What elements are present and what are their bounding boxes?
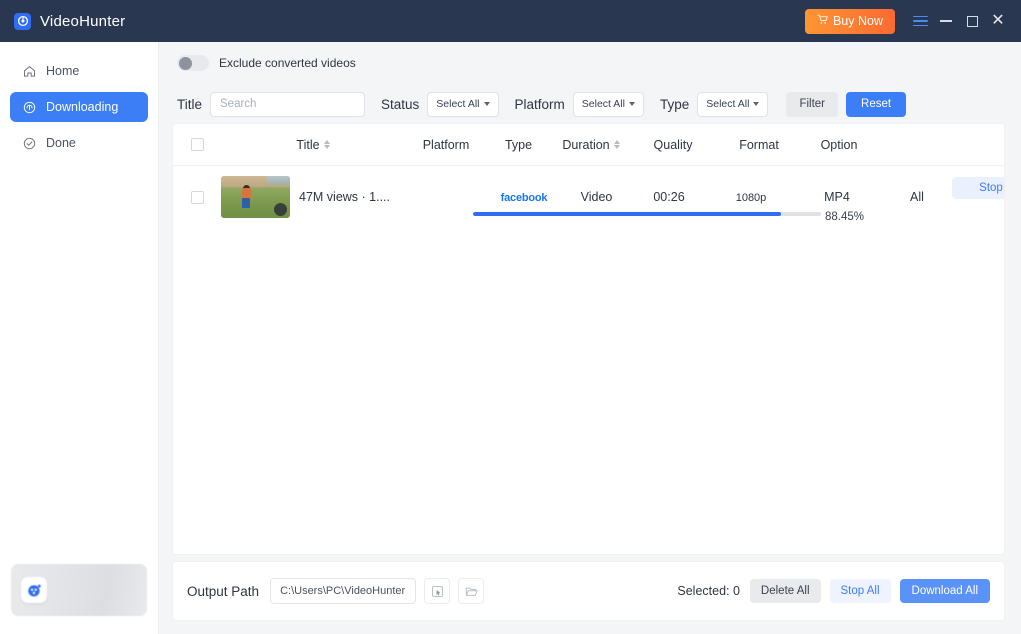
stop-all-button[interactable]: Stop All [829,579,891,603]
row-type: Video [580,190,613,204]
status-select[interactable]: Select All [427,91,499,117]
buy-now-label: Buy Now [832,14,883,28]
table-header: Title Platform Type Duration Quality For… [173,124,1004,166]
type-filter-label: Type [659,96,690,112]
downloads-panel: Title Platform Type Duration Quality For… [173,124,1004,554]
video-thumbnail [221,176,290,218]
column-header-option: Option [820,137,858,152]
column-header-type: Type [504,137,533,152]
table-body: 47M views · 1.... facebook Video 00:26 1… [173,166,1004,554]
platform-select-value: Select All [581,98,625,110]
sidebar-item-done[interactable]: Done [10,128,148,158]
title-bar: VideoHunter Buy Now ✕ [0,0,1021,42]
status-select-value: Select All [436,98,480,110]
application-window: VideoHunter Buy Now ✕ Home Downloading D… [0,0,1021,634]
status-filter-label: Status [381,96,420,112]
download-cloud-icon [22,100,36,114]
home-icon [22,64,36,78]
thumbnail-sky [266,176,290,186]
buy-now-button[interactable]: Buy Now [804,8,895,34]
platform-filter-label: Platform [514,96,565,112]
progress-percent: 88.45% [824,211,864,223]
delete-all-button[interactable]: Delete All [749,579,821,603]
type-select[interactable]: Select All [697,91,769,117]
row-platform-cell: facebook [483,190,565,204]
target-logo-icon [14,12,31,30]
chevron-down-icon [753,102,760,106]
thumbnail-person-shorts [242,197,251,208]
row-checkbox[interactable] [190,190,204,204]
output-path-label: Output Path [187,583,260,599]
sort-duration-icon[interactable] [613,140,620,149]
row-select-cell [173,190,221,204]
reset-button[interactable]: Reset [846,91,907,117]
folder-open-icon[interactable] [458,578,485,604]
column-header-title[interactable]: Title [221,138,405,152]
progress-fill [473,212,781,216]
exclude-converted-toggle[interactable] [177,55,209,71]
chevron-down-icon [483,102,490,106]
sidebar: Home Downloading Done [0,42,159,634]
row-quality: 1080p [735,192,767,204]
column-header-duration[interactable]: Duration [550,138,632,152]
window-controls: ✕ [907,6,1011,36]
download-all-button[interactable]: Download All [899,579,990,603]
row-option: All [910,190,924,204]
progress-track [473,212,821,216]
footer-bar: Output Path Selected: 0 Delete [173,562,1004,620]
column-header-format: Format [739,137,779,152]
app-title: VideoHunter [40,12,126,30]
body-area: Home Downloading Done Exclude converted … [0,42,1021,634]
filter-button[interactable]: Filter [786,91,839,117]
sidebar-item-downloading[interactable]: Downloading [10,92,148,122]
title-filter-label: Title [177,96,203,112]
thumbnail-watermark-icon [274,203,287,216]
toggle-knob [178,56,192,70]
sidebar-item-home[interactable]: Home [10,56,148,86]
select-all-checkbox[interactable] [190,138,204,151]
sidebar-item-label: Home [46,64,80,78]
row-actions: Stop [952,166,1004,228]
output-path-input[interactable] [270,578,417,604]
row-progress [473,212,821,216]
brand: VideoHunter [14,12,126,30]
chevron-down-icon [628,102,635,106]
row-title-cell: 47M views · 1.... [299,190,483,204]
hamburger-menu-icon[interactable] [907,6,933,36]
type-select-value: Select All [706,98,750,110]
cursor-select-icon[interactable] [424,578,451,604]
column-header-platform: Platform [422,137,470,152]
row-duration: 00:26 [653,190,685,204]
promo-card[interactable] [11,564,147,616]
table-row[interactable]: 47M views · 1.... facebook Video 00:26 1… [173,166,1004,228]
row-title: 47M views · 1.... [299,190,390,204]
select-all-cell [173,138,221,151]
app-promo-icon [21,577,47,603]
maximize-icon[interactable] [959,6,985,36]
column-header-quality: Quality [653,137,693,152]
selected-count: Selected: 0 [677,584,740,598]
stop-button[interactable]: Stop [952,177,1004,199]
column-label-duration: Duration [562,137,610,152]
sidebar-item-label: Downloading [46,100,119,114]
exclude-converted-label: Exclude converted videos [219,56,356,70]
exclude-toggle-row: Exclude converted videos [173,42,1004,84]
sidebar-item-label: Done [46,136,76,150]
filter-bar: Title Status Select All Platform Select … [173,84,1004,124]
column-label-title: Title [296,137,320,152]
platform-select[interactable]: Select All [572,91,644,117]
cart-icon [817,14,828,28]
close-icon[interactable]: ✕ [985,6,1011,36]
check-circle-icon [22,136,36,150]
row-platform: facebook [500,192,548,204]
content-area: Exclude converted videos Title Status Se… [159,42,1021,634]
search-input[interactable] [210,91,366,117]
minimize-icon[interactable] [933,6,959,36]
row-format: MP4 [824,190,850,204]
row-quality-cell: 1080p [710,190,792,204]
sort-title-icon[interactable] [323,140,330,149]
